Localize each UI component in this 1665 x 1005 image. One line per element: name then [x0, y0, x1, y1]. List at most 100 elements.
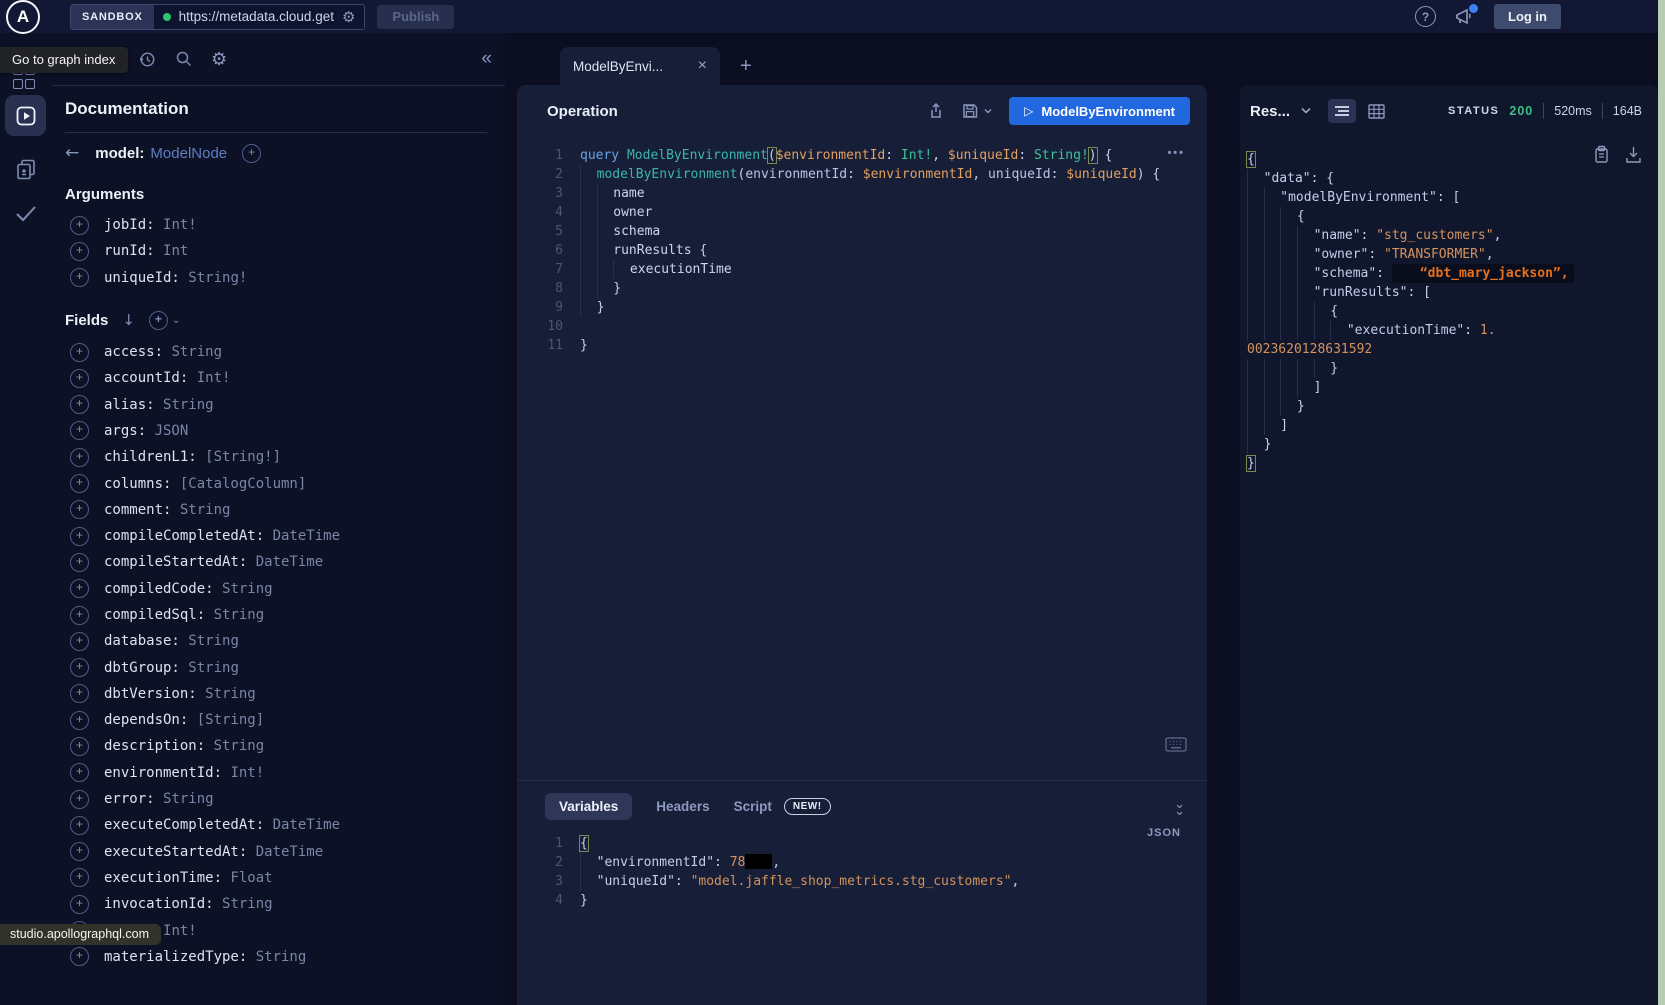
code-line[interactable]: 11} — [517, 336, 1207, 355]
run-operation-button[interactable]: ▷ ModelByEnvironment — [1009, 97, 1190, 125]
code-line[interactable]: 2modelByEnvironment(environmentId: $envi… — [517, 165, 1207, 184]
tab-script[interactable]: Script — [734, 793, 772, 820]
collapse-variables-icon[interactable]: ⌄⌄ — [1174, 800, 1185, 814]
add-field-plus-icon[interactable]: + — [70, 711, 89, 730]
code-line[interactable]: "name": "stg_customers", — [1247, 226, 1654, 245]
code-line[interactable]: "schema": “dbt_mary_jackson”, — [1247, 264, 1654, 283]
add-field-plus-icon[interactable]: + — [70, 737, 89, 756]
code-line[interactable]: } — [1247, 359, 1654, 378]
field-row[interactable]: +executeCompletedAt: DateTime — [65, 812, 487, 838]
operation-tab[interactable]: ModelByEnvi... × — [560, 47, 720, 85]
response-chevron-icon[interactable] — [1300, 107, 1312, 115]
history-icon[interactable] — [137, 49, 157, 69]
add-field-plus-icon[interactable]: + — [70, 790, 89, 809]
code-line[interactable]: 6runResults { — [517, 241, 1207, 260]
code-line[interactable]: 1{ — [517, 834, 1207, 853]
add-field-plus-icon[interactable]: + — [70, 868, 89, 887]
add-field-plus-icon[interactable]: + — [70, 658, 89, 677]
publish-button[interactable]: Publish — [377, 5, 454, 29]
code-line[interactable]: "runResults": [ — [1247, 283, 1654, 302]
field-row[interactable]: +materializedType: String — [65, 944, 487, 970]
endpoint-url-input[interactable]: https://metadata.cloud.get ⚙ — [154, 5, 365, 29]
explorer-nav-item[interactable] — [5, 95, 46, 136]
schema-nav-item[interactable] — [10, 153, 42, 185]
add-field-plus-icon[interactable]: + — [70, 268, 89, 287]
field-row[interactable]: +executeStartedAt: DateTime — [65, 839, 487, 865]
add-all-fields-button[interactable]: + ⌄ — [149, 311, 180, 330]
add-field-plus-icon[interactable]: + — [70, 448, 89, 467]
back-arrow-icon[interactable]: ← — [65, 143, 79, 163]
code-line[interactable]: { — [1247, 207, 1654, 226]
code-line[interactable]: 4owner — [517, 203, 1207, 222]
add-field-plus-icon[interactable]: + — [70, 842, 89, 861]
code-line[interactable]: 4} — [517, 891, 1207, 910]
field-row[interactable]: +error: String — [65, 786, 487, 812]
field-row[interactable]: +compiledCode: String — [65, 576, 487, 602]
add-field-plus-icon[interactable]: + — [70, 579, 89, 598]
field-row[interactable]: +environmentId: Int! — [65, 760, 487, 786]
close-tab-icon[interactable]: × — [698, 57, 707, 75]
code-line[interactable]: 7executionTime — [517, 260, 1207, 279]
code-line[interactable]: } — [1247, 397, 1654, 416]
add-field-plus-icon[interactable]: + — [70, 343, 89, 362]
argument-row[interactable]: +jobId: Int! — [65, 212, 487, 238]
editor-more-menu[interactable]: ••• — [1167, 147, 1185, 159]
add-field-plus-icon[interactable]: + — [70, 369, 89, 388]
argument-row[interactable]: +uniqueId: String! — [65, 265, 487, 291]
argument-row[interactable]: +runId: Int — [65, 238, 487, 264]
operation-editor[interactable]: 1query ModelByEnvironment($environmentId… — [517, 137, 1207, 355]
add-field-plus-icon[interactable]: + — [70, 632, 89, 651]
code-line[interactable]: 10 — [517, 317, 1207, 336]
add-field-plus-icon[interactable]: + — [70, 895, 89, 914]
field-row[interactable]: +compileCompletedAt: DateTime — [65, 523, 487, 549]
help-icon[interactable]: ? — [1415, 6, 1436, 27]
add-field-plus-icon[interactable]: + — [70, 553, 89, 572]
code-line[interactable]: ] — [1247, 416, 1654, 435]
code-line[interactable]: "data": { — [1247, 169, 1654, 188]
field-row[interactable]: +alias: String — [65, 391, 487, 417]
add-field-plus-icon[interactable]: + — [70, 421, 89, 440]
tab-variables[interactable]: Variables — [545, 793, 632, 820]
field-row[interactable]: +args: JSON — [65, 418, 487, 444]
add-field-plus-icon[interactable]: + — [70, 527, 89, 546]
add-field-plus-icon[interactable]: + — [70, 816, 89, 835]
code-line[interactable]: } — [1247, 454, 1654, 473]
code-line[interactable]: "owner": "TRANSFORMER", — [1247, 245, 1654, 264]
endpoint-settings-gear-icon[interactable]: ⚙ — [342, 8, 355, 26]
new-tab-button[interactable]: + — [740, 56, 752, 76]
search-icon[interactable] — [174, 49, 194, 69]
field-row[interactable]: +executionTime: Float — [65, 865, 487, 891]
collapse-panel-icon[interactable]: « — [481, 48, 505, 70]
add-field-plus-icon[interactable]: + — [70, 606, 89, 625]
add-field-plus-icon[interactable]: + — [70, 763, 89, 782]
field-row[interactable]: +description: String — [65, 733, 487, 759]
add-field-button[interactable]: + — [242, 144, 261, 163]
code-line[interactable]: 9} — [517, 298, 1207, 317]
code-line[interactable]: 0023620128631592 — [1247, 340, 1654, 359]
code-line[interactable]: "executionTime": 1. — [1247, 321, 1654, 340]
field-row[interactable]: +compiledSql: String — [65, 602, 487, 628]
table-view-button[interactable] — [1366, 99, 1387, 124]
field-row[interactable]: +access: String — [65, 339, 487, 365]
code-line[interactable]: 8} — [517, 279, 1207, 298]
field-row[interactable]: +database: String — [65, 628, 487, 654]
raw-view-button[interactable] — [1328, 99, 1356, 123]
code-line[interactable]: { — [1247, 150, 1654, 169]
add-field-plus-icon[interactable]: + — [70, 242, 89, 261]
keyboard-shortcuts-icon[interactable] — [1165, 737, 1187, 752]
field-row[interactable]: +accountId: Int! — [65, 365, 487, 391]
field-row[interactable]: +comment: String — [65, 497, 487, 523]
save-operation-button[interactable] — [961, 102, 993, 120]
checklist-nav-item[interactable] — [10, 198, 42, 230]
code-line[interactable]: 2"environmentId": 78, — [517, 853, 1207, 872]
field-row[interactable]: +columns: [CatalogColumn] — [65, 470, 487, 496]
field-row[interactable]: +dbtGroup: String — [65, 654, 487, 680]
variables-editor[interactable]: 1{2"environmentId": 78,3"uniqueId": "mod… — [517, 820, 1207, 910]
add-field-plus-icon[interactable]: + — [70, 474, 89, 493]
type-name-link[interactable]: ModelNode — [150, 145, 227, 162]
add-field-plus-icon[interactable]: + — [70, 947, 89, 966]
tab-headers[interactable]: Headers — [656, 793, 709, 820]
field-row[interactable]: +compileStartedAt: DateTime — [65, 549, 487, 575]
apollo-logo-icon[interactable]: A — [6, 0, 40, 34]
add-field-plus-icon[interactable]: + — [70, 216, 89, 235]
